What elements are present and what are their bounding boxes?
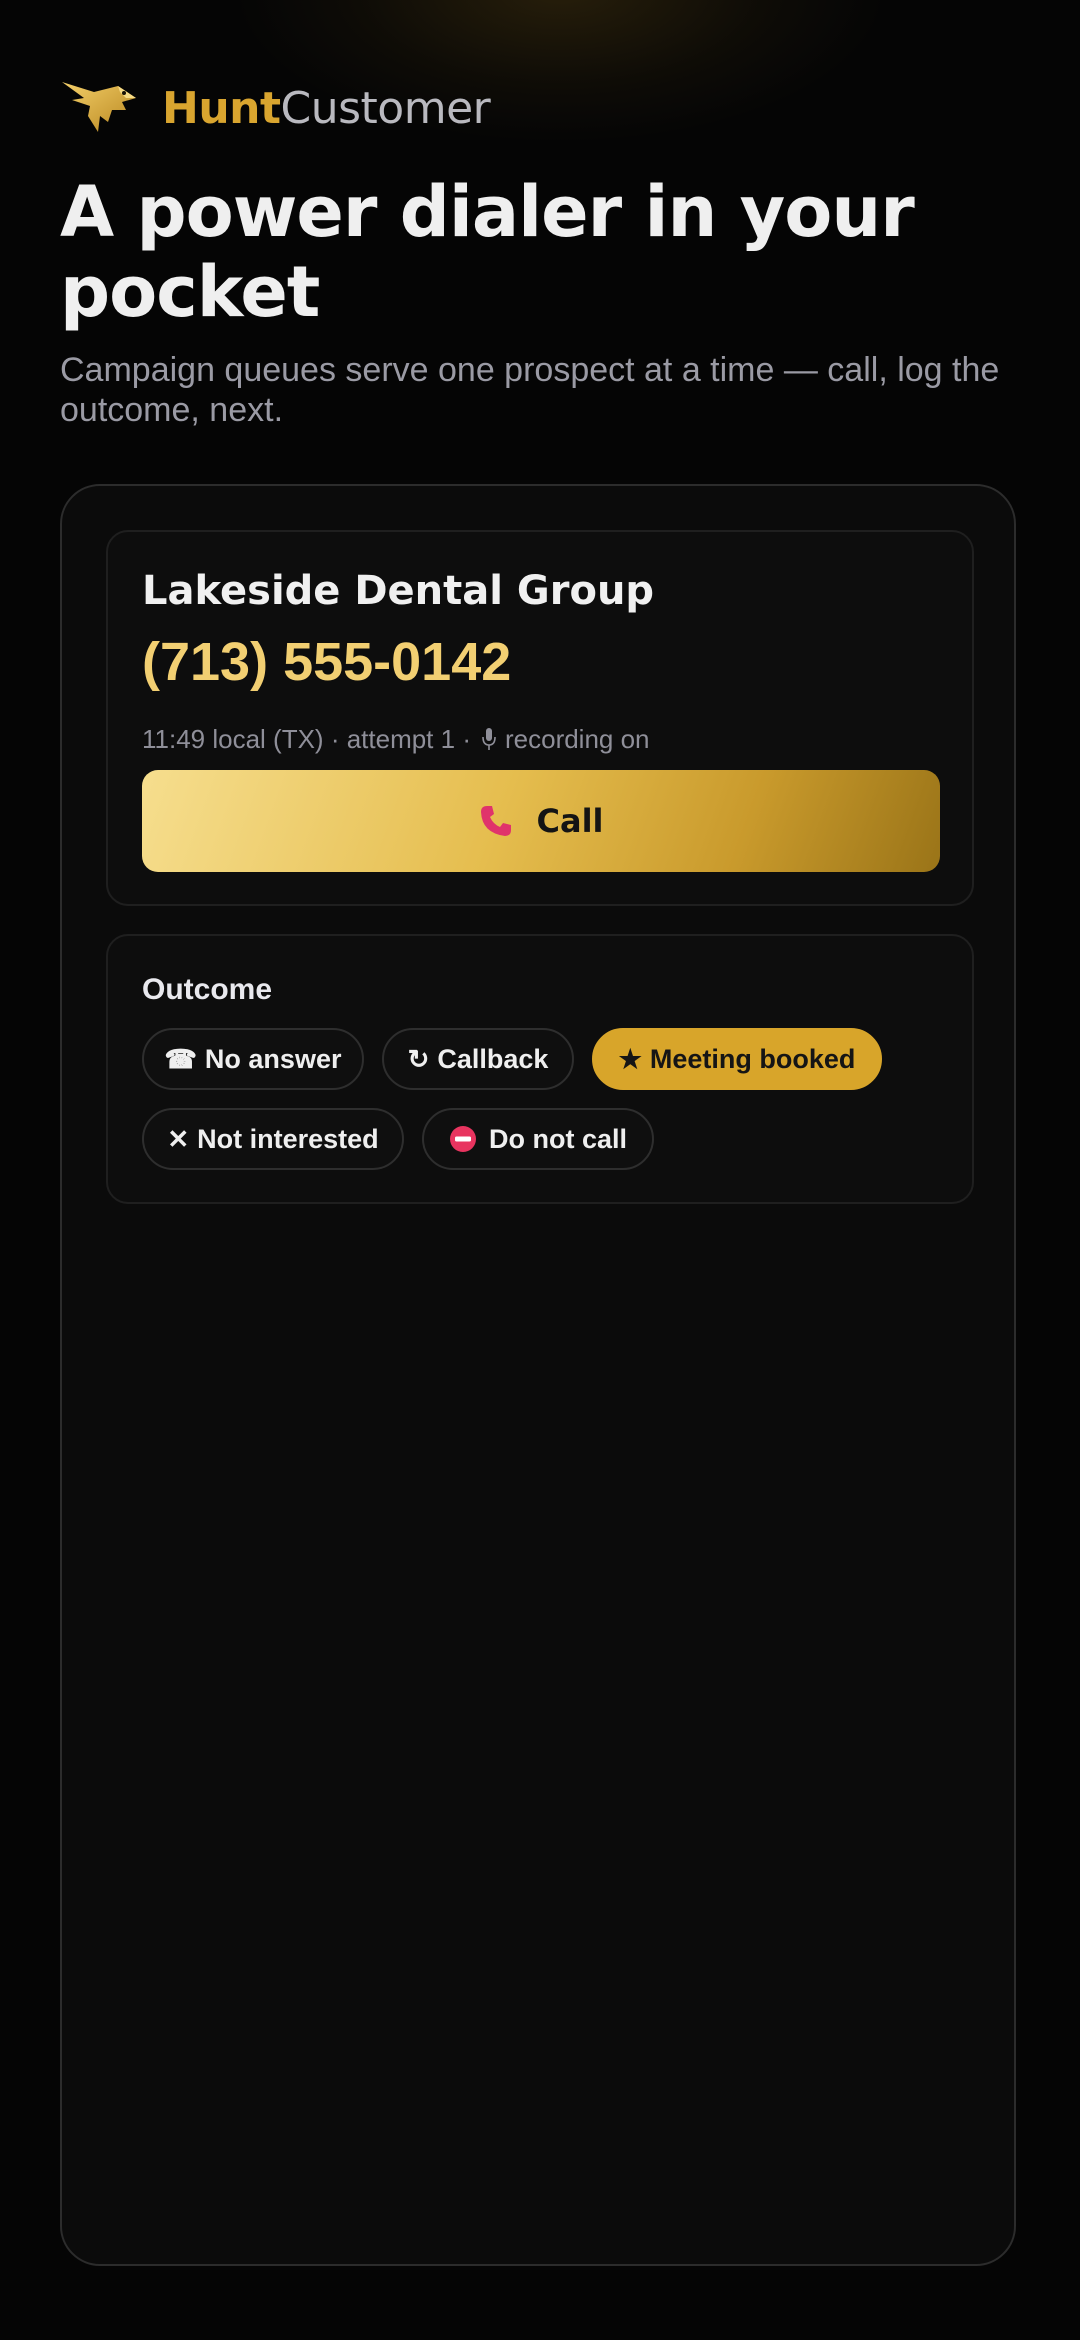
page-subtitle: Campaign queues serve one prospect at a … — [60, 351, 1000, 429]
brand-name: HuntCustomer — [162, 82, 491, 134]
phone-icon — [481, 806, 512, 836]
gold-eagle-logo-icon — [62, 82, 136, 132]
outcome-card: Outcome ☎ No answer ↻ Callback ★ Meeting… — [106, 934, 974, 1204]
prospect-name: Lakeside Dental Group — [142, 568, 655, 614]
chip-label: Do not call — [488, 1123, 627, 1154]
prospect-meta-text: 11:49 local (TX) · attempt 1 · — [142, 724, 471, 754]
microphone-icon — [482, 728, 496, 750]
outcome-do-not-call-button[interactable]: Do not call — [422, 1108, 654, 1170]
outcome-not-interested-button[interactable]: ✕ Not interested — [142, 1108, 404, 1170]
chip-label: Meeting booked — [649, 1043, 856, 1074]
prospect-phone-number: (713) 555-0142 — [142, 632, 512, 692]
outcome-meeting-booked-button[interactable]: ★ Meeting booked — [592, 1028, 882, 1090]
recording-status: recording on — [504, 724, 650, 754]
star-icon: ★ — [618, 1044, 642, 1074]
chip-label: No answer — [204, 1043, 342, 1074]
prospect-meta: 11:49 local (TX) · attempt 1 · recording… — [142, 722, 650, 756]
call-button-label: Call — [536, 802, 604, 840]
phone-mockup: Lakeside Dental Group (713) 555-0142 11:… — [60, 484, 1016, 2266]
refresh-icon: ↻ — [407, 1044, 430, 1074]
close-icon: ✕ — [167, 1124, 190, 1154]
call-button[interactable]: Call — [142, 770, 940, 872]
telephone-icon: ☎ — [164, 1044, 197, 1074]
brand-name-hunt: Hunt — [162, 82, 281, 134]
page-title: A power dialer in your pocket — [60, 171, 915, 333]
brand-name-customer: Customer — [280, 82, 491, 134]
outcome-no-answer-button[interactable]: ☎ No answer — [142, 1028, 364, 1090]
outcome-callback-button[interactable]: ↻ Callback — [382, 1028, 574, 1090]
prospect-card: Lakeside Dental Group (713) 555-0142 11:… — [106, 530, 974, 906]
brand: HuntCustomer — [60, 72, 491, 144]
no-entry-icon — [449, 1126, 476, 1152]
chip-label: Not interested — [197, 1123, 379, 1154]
outcome-title: Outcome — [142, 973, 273, 1006]
chip-label: Callback — [437, 1043, 549, 1074]
